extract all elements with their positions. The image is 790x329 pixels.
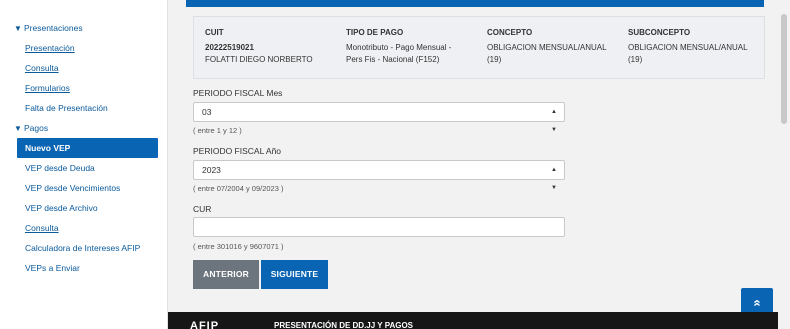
subconcepto-line1: OBLIGACION MENSUAL/ANUAL	[628, 42, 748, 52]
sidebar-section-label: Presentaciones	[24, 23, 83, 33]
sidebar-item-consulta-pagos[interactable]: Consulta	[0, 218, 167, 238]
main-content: CUIT 20222519021 FOLATTI DIEGO NORBERTO …	[168, 0, 790, 329]
subconcepto-line2: (19)	[628, 55, 643, 64]
subconcepto-header: SUBCONCEPTO	[628, 28, 691, 37]
concepto-column: CONCEPTO OBLIGACION MENSUAL/ANUAL (19)	[487, 27, 607, 67]
sidebar-item-consulta[interactable]: Consulta	[0, 58, 167, 78]
anio-value: 2023	[202, 165, 221, 175]
mes-hint: ( entre 1 y 12 )	[193, 126, 242, 135]
mes-label: PERIODO FISCAL Mes	[193, 88, 283, 98]
chevron-down-icon: ▼	[14, 123, 22, 133]
sidebar-section-label: Pagos	[24, 123, 49, 133]
cur-hint: ( entre 301016 y 9607071 )	[193, 242, 284, 251]
tipo-pago-header: TIPO DE PAGO	[346, 28, 404, 37]
sidebar-item-nuevo-vep[interactable]: Nuevo VEP	[17, 138, 158, 158]
sidebar-item-calculadora[interactable]: Calculadora de Intereses AFIP	[0, 238, 167, 258]
scrollbar-thumb[interactable]	[781, 14, 787, 124]
sidebar-item-formularios[interactable]: Formularios	[0, 78, 167, 98]
concepto-line1: OBLIGACION MENSUAL/ANUAL	[487, 42, 607, 52]
cuit-name: FOLATTI DIEGO NORBERTO	[205, 55, 313, 64]
cur-input[interactable]	[193, 217, 565, 237]
anio-label: PERIODO FISCAL Año	[193, 146, 282, 156]
cuit-column: CUIT 20222519021 FOLATTI DIEGO NORBERTO	[205, 27, 313, 67]
select-caret-icon: ▲ ▼	[551, 109, 557, 133]
concepto-line2: (19)	[487, 55, 502, 64]
anterior-button[interactable]: ANTERIOR	[193, 260, 259, 289]
sidebar-item-vep-archivo[interactable]: VEP desde Archivo	[0, 198, 167, 218]
header-bar	[186, 0, 764, 7]
subconcepto-column: SUBCONCEPTO OBLIGACION MENSUAL/ANUAL (19…	[628, 27, 748, 67]
sidebar-item-falta-presentacion[interactable]: Falta de Presentación	[0, 98, 167, 118]
anio-hint: ( entre 07/2004 y 09/2023 )	[193, 184, 284, 193]
footer-title: PRESENTACIÓN DE DD.JJ Y PAGOS	[274, 321, 413, 329]
sidebar-section-pagos[interactable]: ▼ Pagos	[0, 118, 167, 138]
double-chevron-up-icon: »	[748, 299, 764, 307]
sidebar: ▼ Presentaciones Presentación Consulta F…	[0, 0, 168, 329]
sidebar-item-veps-enviar[interactable]: VEPs a Enviar	[0, 258, 167, 278]
mes-select[interactable]: 03 ▲ ▼	[193, 102, 565, 133]
tipo-pago-column: TIPO DE PAGO Monotributo - Pago Mensual …	[346, 27, 451, 67]
afip-logo: AFIP	[190, 320, 220, 329]
footer: AFIP PRESENTACIÓN DE DD.JJ Y PAGOS	[168, 312, 778, 329]
tipo-pago-line1: Monotributo - Pago Mensual -	[346, 42, 452, 52]
sidebar-item-vep-deuda[interactable]: VEP desde Deuda	[0, 158, 167, 178]
mes-value: 03	[202, 107, 212, 117]
sidebar-item-presentacion[interactable]: Presentación	[0, 38, 167, 58]
concepto-header: CONCEPTO	[487, 28, 533, 37]
siguiente-button[interactable]: SIGUIENTE	[261, 260, 328, 289]
scrollbar[interactable]	[778, 0, 790, 329]
cur-label: CUR	[193, 204, 212, 214]
payment-summary: CUIT 20222519021 FOLATTI DIEGO NORBERTO …	[193, 16, 765, 79]
anio-select[interactable]: 2023 ▲ ▼	[193, 160, 565, 191]
cuit-header: CUIT	[205, 28, 224, 37]
sidebar-section-presentaciones[interactable]: ▼ Presentaciones	[0, 18, 167, 38]
sidebar-item-vep-vencimientos[interactable]: VEP desde Vencimientos	[0, 178, 167, 198]
tipo-pago-line2: Pers Fis - Nacional (F152)	[346, 55, 440, 64]
select-caret-icon: ▲ ▼	[551, 167, 557, 191]
cuit-number: 20222519021	[205, 42, 254, 52]
chevron-down-icon: ▼	[14, 23, 22, 33]
